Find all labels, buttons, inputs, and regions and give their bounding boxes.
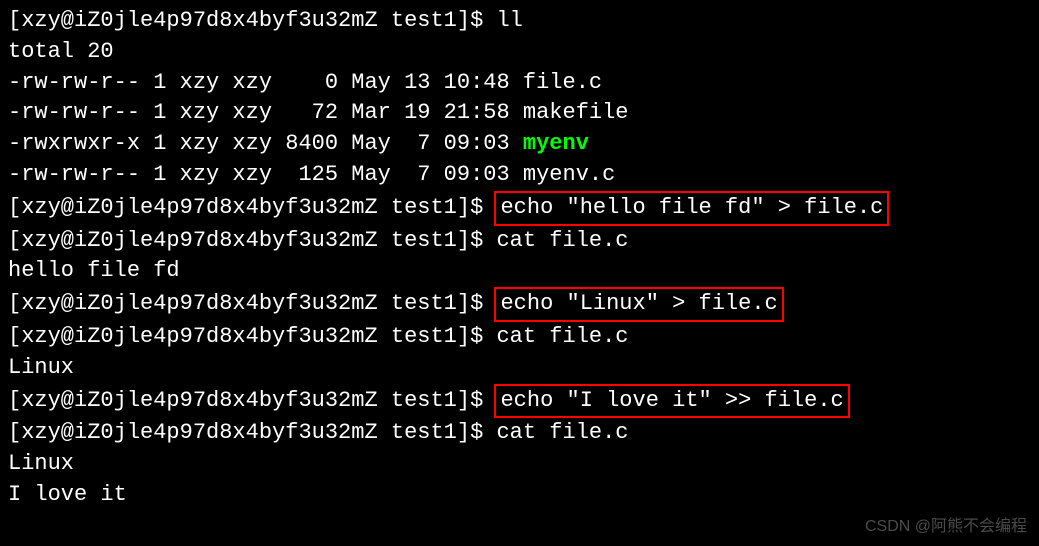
terminal-line: [xzy@iZ0jle4p97d8x4byf3u32mZ test1]$ cat… [8,418,1031,449]
terminal-line: [xzy@iZ0jle4p97d8x4byf3u32mZ test1]$ cat… [8,226,1031,257]
terminal-line: [xzy@iZ0jle4p97d8x4byf3u32mZ test1]$ ech… [8,384,1031,419]
command-echo-redirect[interactable]: echo "hello file fd" > file.c [494,191,889,226]
output-cat: hello file fd [8,256,1031,287]
prompt: [xzy@iZ0jle4p97d8x4byf3u32mZ test1]$ [8,228,496,253]
prompt: [xzy@iZ0jle4p97d8x4byf3u32mZ test1]$ [8,420,496,445]
output-file-row: -rw-rw-r-- 1 xzy xzy 125 May 7 09:03 mye… [8,160,1031,191]
command-ll[interactable]: ll [496,8,522,33]
terminal-line: [xzy@iZ0jle4p97d8x4byf3u32mZ test1]$ ll [8,6,1031,37]
prompt: [xzy@iZ0jle4p97d8x4byf3u32mZ test1]$ [8,195,496,220]
prompt: [xzy@iZ0jle4p97d8x4byf3u32mZ test1]$ [8,324,496,349]
watermark: CSDN @阿熊不会编程 [865,516,1027,538]
command-cat[interactable]: cat file.c [496,324,628,349]
command-echo-redirect[interactable]: echo "Linux" > file.c [494,287,783,322]
prompt: [xzy@iZ0jle4p97d8x4byf3u32mZ test1]$ [8,291,496,316]
output-cat: I love it [8,480,1031,511]
output-cat: Linux [8,449,1031,480]
output-total: total 20 [8,37,1031,68]
executable-name: myenv [523,131,589,156]
terminal-line: [xzy@iZ0jle4p97d8x4byf3u32mZ test1]$ ech… [8,191,1031,226]
prompt: [xzy@iZ0jle4p97d8x4byf3u32mZ test1]$ [8,388,496,413]
output-cat: Linux [8,353,1031,384]
prompt: [xzy@iZ0jle4p97d8x4byf3u32mZ test1]$ [8,8,496,33]
output-file-row: -rw-rw-r-- 1 xzy xzy 72 Mar 19 21:58 mak… [8,98,1031,129]
output-file-row: -rw-rw-r-- 1 xzy xzy 0 May 13 10:48 file… [8,68,1031,99]
output-file-row: -rwxrwxr-x 1 xzy xzy 8400 May 7 09:03 my… [8,129,1031,160]
terminal-line: [xzy@iZ0jle4p97d8x4byf3u32mZ test1]$ ech… [8,287,1031,322]
command-cat[interactable]: cat file.c [496,420,628,445]
command-echo-append[interactable]: echo "I love it" >> file.c [494,384,849,419]
command-cat[interactable]: cat file.c [496,228,628,253]
terminal-line: [xzy@iZ0jle4p97d8x4byf3u32mZ test1]$ cat… [8,322,1031,353]
file-perms: -rwxrwxr-x 1 xzy xzy 8400 May 7 09:03 [8,131,523,156]
